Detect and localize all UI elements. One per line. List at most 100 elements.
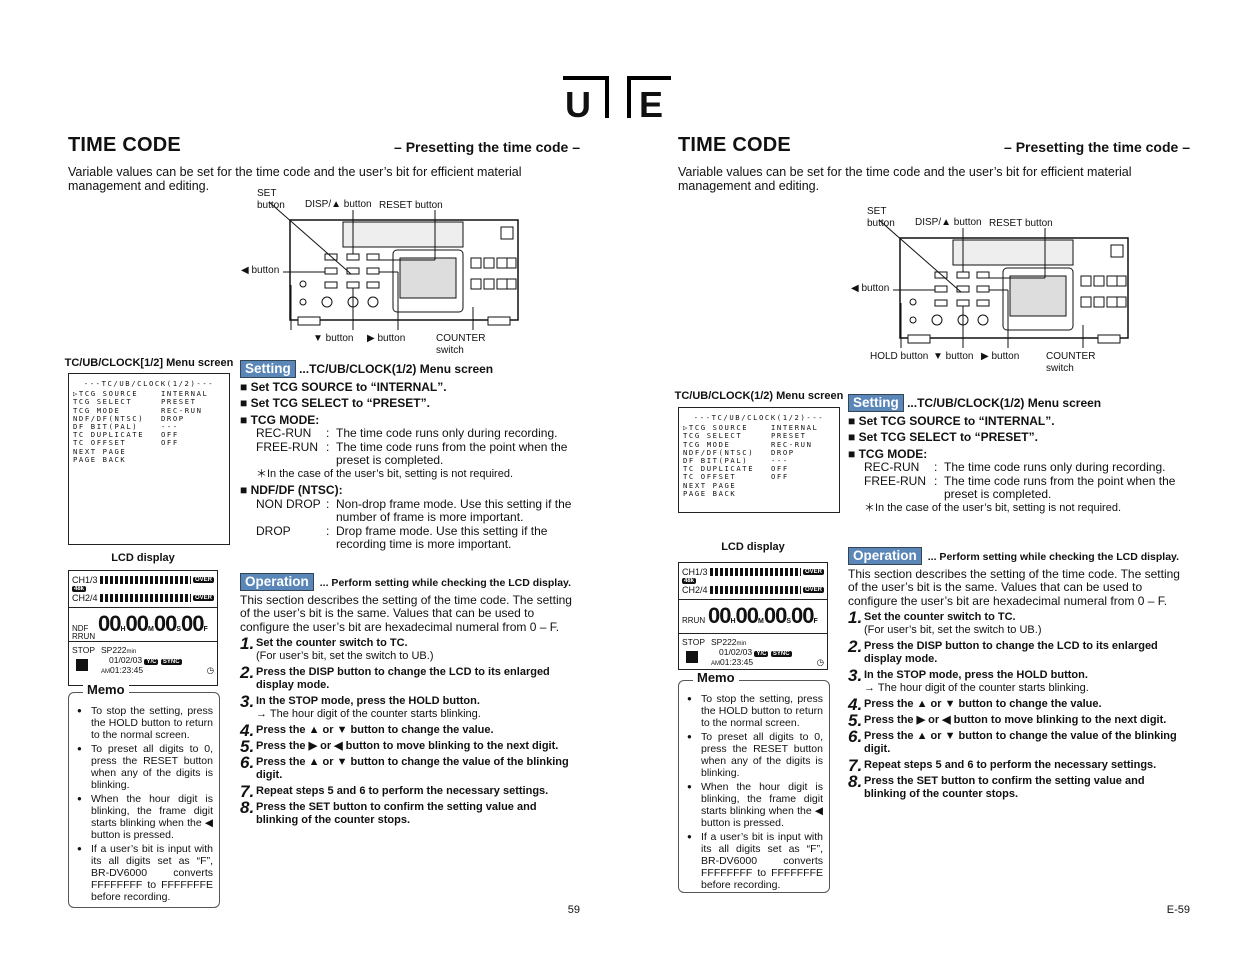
setting-item: Set TCG SOURCE to “INTERNAL”. <box>848 414 1188 429</box>
step-item: 6. Press the ▲ or ▼ button to change the … <box>240 753 580 782</box>
menu-heading: ---TC/UB/CLOCK(1/2)--- <box>693 413 825 422</box>
def-value: Non-drop frame mode. Use this setting if… <box>336 496 572 524</box>
hours: 00 <box>98 611 122 636</box>
sync-indicator: SYNC <box>770 651 792 657</box>
over-indicator: OVER <box>192 577 214 583</box>
hours: 00 <box>708 603 732 628</box>
seconds: 00 <box>153 611 178 636</box>
setting-item: TCG MODE: <box>240 413 580 428</box>
disp-button-label: DISP/▲ button <box>915 217 982 228</box>
def-key: FREE-RUN <box>864 473 926 488</box>
am-indicator: AM <box>101 669 110 675</box>
memo-box: Memo To stop the setting, press the HOLD… <box>678 671 830 893</box>
operation-section: Operation ... Perform setting while check… <box>848 547 1188 801</box>
lcd-caption: LCD display <box>721 541 785 553</box>
step-text: Press the SET button to confirm the sett… <box>864 775 1145 800</box>
step-text: Press the ▲ or ▼ button to change the va… <box>256 724 494 736</box>
menu-item: PAGE BACK <box>73 454 127 464</box>
memo-item: To stop the setting, press the HOLD butt… <box>75 705 213 741</box>
setting-heading: ...TC/UB/CLOCK(1/2) Menu screen <box>299 362 494 376</box>
tape-remaining: SP222 <box>711 637 737 647</box>
def-key: REC-RUN <box>256 426 312 440</box>
step-text: Set the counter switch to TC. <box>256 637 408 649</box>
memo-item: When the hour digit is blinking, the fra… <box>75 793 213 841</box>
step-item: 7. Repeat steps 5 and 6 to perform the ne… <box>848 756 1188 775</box>
step-subtext: → The hour digit of the counter starts b… <box>864 682 1089 694</box>
step-text: Press the ▲ or ▼ button to change the va… <box>864 730 1177 755</box>
step-text: Repeat steps 5 and 6 to perform the nece… <box>864 759 1157 771</box>
intro-text: Variable values can be set for the time … <box>678 165 1132 193</box>
def-key: DROP <box>256 523 291 538</box>
operation-description: This section describes the setting of th… <box>848 566 1180 608</box>
set-button-label: SET button <box>867 206 895 229</box>
step-item: 2. Press the DISP button to change the LC… <box>240 663 580 692</box>
step-item: 3. In the STOP mode, press the HOLD butto… <box>240 692 580 721</box>
setting-note: ＊In the case of the user’s bit, setting … <box>864 501 1122 514</box>
def-key: NON DROP <box>256 496 321 511</box>
def-value: The time code runs from the point when t… <box>944 473 1176 501</box>
step-number: 5. <box>848 711 863 730</box>
step-text: In the STOP mode, press the HOLD button. <box>256 695 480 707</box>
step-number: 7. <box>848 756 863 775</box>
clock-time: 01:23:45 <box>720 657 754 667</box>
menu-screen-caption: TC/UB/CLOCK[1/2] Menu screen <box>64 357 234 369</box>
step-item: 5. Press the ▶ or ◀ button to move blinki… <box>848 711 1188 730</box>
left-button-label: ◀ button <box>241 265 280 276</box>
page-number: 59 <box>567 904 580 916</box>
stop-icon <box>686 651 698 663</box>
page-left: TIME CODE – Presetting the time code – V… <box>65 0 580 954</box>
step-text: Repeat steps 5 and 6 to perform the nece… <box>256 785 549 797</box>
step-number: 3. <box>848 666 863 685</box>
step-text: Press the DISP button to change the LCD … <box>864 640 1158 665</box>
step-number: 1. <box>848 608 863 627</box>
memo-box: Memo To stop the setting, press the HOLD… <box>68 683 220 908</box>
step-item: 4. Press the ▲ or ▼ button to change the … <box>240 721 580 740</box>
mode-def: REC-RUN: The time code runs only during r… <box>864 460 1188 475</box>
ndf-section: NDF/DF (NTSC): NON DROP:Non-drop frame m… <box>240 483 580 552</box>
def-key: REC-RUN <box>864 460 920 474</box>
step-text: Press the ▲ or ▼ button to change the va… <box>864 698 1102 710</box>
lcd-display: CH1/3 OVER 48k CH2/4 OVER RRUN 00 H 00 M 00 S… <box>678 562 828 670</box>
hold-button-label: HOLD button <box>870 351 929 362</box>
lcd-caption: LCD display <box>111 552 175 564</box>
step-number: 2. <box>848 637 863 656</box>
operation-heading: ... Perform setting while checking the L… <box>319 577 572 589</box>
step-item: 8. Press the SET button to confirm the se… <box>848 773 1188 801</box>
step-number: 7. <box>240 782 255 801</box>
step-subtext: (For user’s bit, set the switch to UB.) <box>864 624 1042 636</box>
memo-item: If a user’s bit is input with its all di… <box>75 843 213 903</box>
menu-heading: ---TC/UB/CLOCK(1/2)--- <box>83 379 215 388</box>
menu-value: OFF <box>161 438 179 448</box>
operation-badge: Operation <box>240 573 314 591</box>
khz-indicator: 48k <box>682 578 697 584</box>
setting-section: Setting ...TC/UB/CLOCK(1/2) Menu screen … <box>848 394 1188 515</box>
step-item: 7. Repeat steps 5 and 6 to perform the ne… <box>240 782 580 801</box>
set-button-label: SET button <box>257 188 285 211</box>
memo-item: To stop the setting, press the HOLD butt… <box>685 693 823 729</box>
mode-def: FREE-RUN: The time code runs from the poi… <box>864 473 1188 502</box>
step-text: Press the DISP button to change the LCD … <box>256 666 550 691</box>
device-diagram: SET button DISP/▲ button RESET button ◀ … <box>851 200 1213 380</box>
step-text: In the STOP mode, press the HOLD button. <box>864 669 1088 681</box>
step-item: 3. In the STOP mode, press the HOLD butto… <box>848 666 1188 695</box>
over-indicator: OVER <box>802 569 824 575</box>
step-number: 6. <box>240 753 255 772</box>
step-item: 4. Press the ▲ or ▼ button to change the … <box>848 696 1188 713</box>
down-button-label: ▼ button <box>313 333 354 344</box>
step-item: 5. Press the ▶ or ◀ button to move blinki… <box>240 738 580 755</box>
step-text: Press the ▶ or ◀ button to move blinking… <box>864 714 1167 726</box>
minutes: 00 <box>735 603 760 628</box>
over-indicator: OVER <box>192 595 214 601</box>
def-key: FREE-RUN <box>256 439 318 454</box>
step-number: 2. <box>240 663 255 682</box>
memo-title: Memo <box>83 683 129 696</box>
step-number: 3. <box>240 692 255 711</box>
disp-button-label: DISP/▲ button <box>305 199 372 210</box>
yc-indicator: Y/C <box>144 659 159 665</box>
menu-value: OFF <box>771 472 789 482</box>
page-number: E-59 <box>1166 904 1190 916</box>
counter-switch-label: COUNTER switch <box>436 333 486 356</box>
step-number: 8. <box>240 798 255 817</box>
step-number: 4. <box>240 721 255 740</box>
tape-remaining: SP222 <box>101 645 127 655</box>
